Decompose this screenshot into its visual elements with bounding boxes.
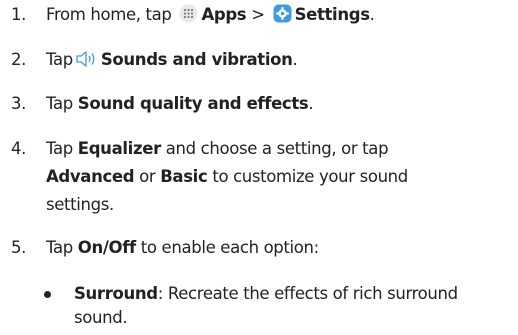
step-number: 1. bbox=[11, 5, 27, 24]
step-text: From home, tap bbox=[46, 5, 172, 24]
bullet-text: : Recreate the effects of rich surround bbox=[157, 284, 458, 303]
surround-label: Surround bbox=[74, 284, 158, 303]
bullet-dot bbox=[44, 291, 51, 298]
step-number: 3. bbox=[11, 94, 27, 113]
equalizer-label: Equalizer bbox=[77, 139, 161, 158]
period: . bbox=[369, 5, 375, 24]
sounds-vibration-label: Sounds and vibration bbox=[100, 50, 293, 69]
basic-label: Basic bbox=[160, 167, 208, 186]
settings-gear-icon bbox=[273, 4, 292, 30]
step-text: or bbox=[139, 167, 156, 186]
step-text: settings. bbox=[46, 195, 114, 214]
bullet-text: sound. bbox=[74, 308, 128, 327]
step-text: Tap bbox=[46, 238, 73, 257]
separator: > bbox=[251, 5, 265, 24]
step-line-1: Tap Equalizer and choose a setting, or t… bbox=[46, 137, 516, 161]
bullet-line-2: sound. bbox=[74, 306, 514, 330]
step-text: to customize your sound bbox=[212, 167, 408, 186]
step-line-2: Advanced or Basic to customize your soun… bbox=[46, 165, 516, 189]
advanced-label: Advanced bbox=[46, 167, 135, 186]
bullet-line-1: Surround: Recreate the effects of rich s… bbox=[74, 282, 514, 306]
step-number: 2. bbox=[11, 50, 27, 69]
step-number: 4. bbox=[11, 139, 27, 158]
step-text: to enable each option: bbox=[140, 238, 319, 257]
step-text: Tap bbox=[46, 94, 73, 113]
period: . bbox=[292, 50, 298, 69]
speaker-volume-icon bbox=[75, 50, 99, 75]
apps-grid-icon bbox=[179, 4, 198, 30]
step-number: 5. bbox=[11, 238, 27, 257]
step-text: Tap bbox=[46, 139, 73, 158]
sound-quality-label: Sound quality and effects bbox=[77, 94, 309, 113]
step-text: Tap bbox=[46, 50, 73, 69]
settings-label: Settings bbox=[294, 5, 370, 24]
apps-label: Apps bbox=[201, 5, 247, 24]
on-off-label: On/Off bbox=[77, 238, 136, 257]
step-line-3: settings. bbox=[46, 193, 516, 217]
period: . bbox=[308, 94, 314, 113]
step-text: and choose a setting, or tap bbox=[165, 139, 389, 158]
instructions-page: 1. From home, tap Apps > Settings. 2. Ta… bbox=[0, 0, 518, 335]
